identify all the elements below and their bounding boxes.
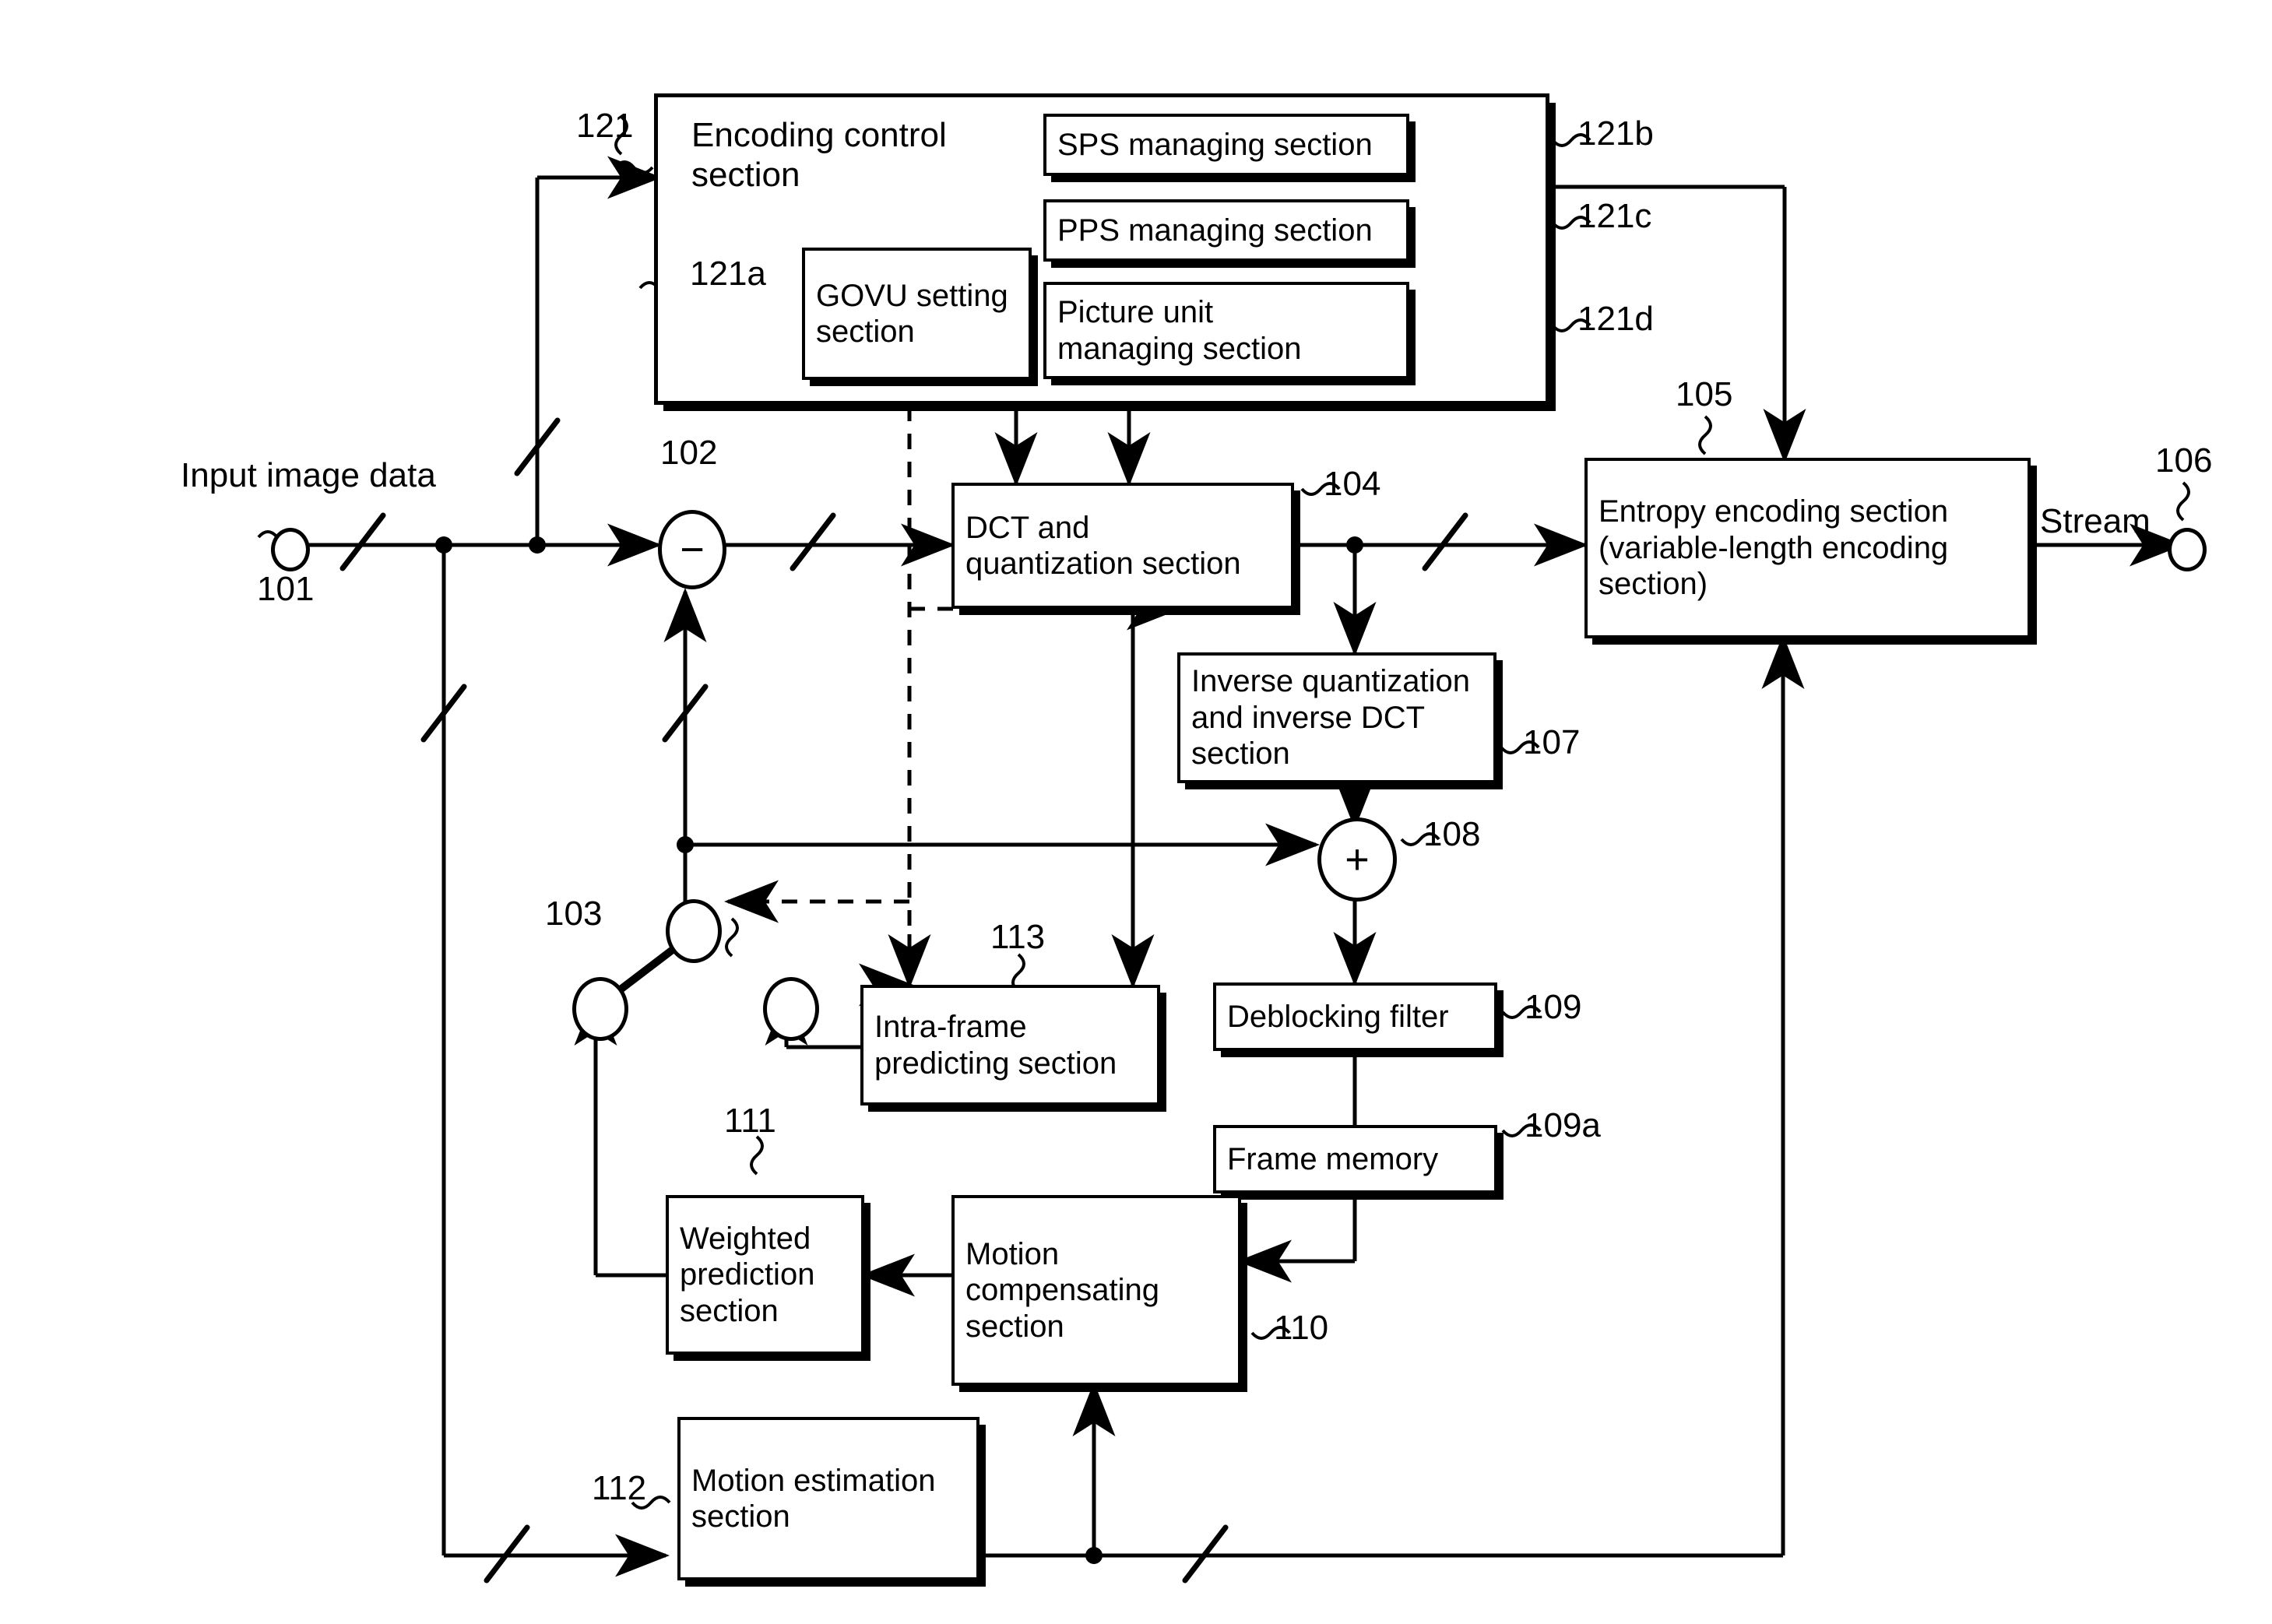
ref-106: 106: [2155, 441, 2213, 480]
weighted-prediction-section[interactable]: Weighted prediction section: [666, 1195, 864, 1355]
ref-109a: 109a: [1525, 1106, 1601, 1144]
ref-112: 112: [592, 1469, 647, 1507]
ref-113: 113: [990, 918, 1046, 956]
intra-frame-predicting-section[interactable]: Intra-frame predicting section: [860, 985, 1160, 1106]
motion-comp-label: Motion compensating section: [965, 1236, 1160, 1344]
motion-estimation-section[interactable]: Motion estimation section: [677, 1417, 979, 1580]
switch-103-pivot[interactable]: [666, 899, 722, 963]
sps-label: SPS managing section: [1057, 127, 1373, 162]
inverse-label: Inverse quantization and inverse DCT sec…: [1191, 664, 1471, 772]
patent-figure: Encoding control section SPS managing se…: [0, 0, 2272, 1624]
ref-110: 110: [1274, 1309, 1329, 1347]
dct-label: DCT and quantization section: [965, 510, 1241, 581]
ref-105: 105: [1676, 375, 1733, 413]
picture-unit-managing-section[interactable]: Picture unit managing section: [1043, 282, 1409, 379]
motion-compensating-section[interactable]: Motion compensating section: [951, 1195, 1241, 1386]
ref-121: 121: [576, 107, 634, 145]
picture-unit-label: Picture unit managing section: [1057, 295, 1302, 366]
input-image-data-label: Input image data: [181, 456, 436, 494]
deblocking-label: Deblocking filter: [1227, 999, 1449, 1034]
ref-102: 102: [660, 434, 718, 472]
sps-managing-section[interactable]: SPS managing section: [1043, 114, 1409, 176]
stream-label: Stream: [2040, 502, 2151, 540]
intra-label: Intra-frame predicting section: [874, 1010, 1117, 1081]
adder-108: +: [1317, 817, 1397, 902]
input-terminal-101: [271, 528, 310, 571]
switch-103-inter-contact[interactable]: [572, 977, 628, 1041]
ref-121b: 121b: [1577, 114, 1654, 153]
ref-107: 107: [1523, 723, 1581, 761]
encoding-control-label: Encoding control section: [691, 116, 947, 195]
ref-101: 101: [257, 570, 315, 608]
ref-121c: 121c: [1577, 197, 1652, 235]
ref-121a: 121a: [690, 255, 766, 293]
ref-103: 103: [545, 895, 603, 933]
frame-memory-label: Frame memory: [1227, 1141, 1439, 1176]
ref-109: 109: [1525, 988, 1582, 1026]
govu-label: GOVU setting section: [816, 278, 1008, 349]
pps-managing-section[interactable]: PPS managing section: [1043, 199, 1409, 262]
switch-103-intra-contact[interactable]: [763, 977, 819, 1041]
weighted-label: Weighted prediction section: [680, 1221, 815, 1328]
output-terminal-106: [2168, 528, 2207, 571]
ref-111: 111: [724, 1102, 776, 1140]
entropy-label: Entropy encoding section (variable-lengt…: [1598, 494, 1949, 602]
frame-memory[interactable]: Frame memory: [1213, 1125, 1497, 1193]
govu-setting-section[interactable]: GOVU setting section: [802, 248, 1032, 380]
inverse-quantization-idct-section[interactable]: Inverse quantization and inverse DCT sec…: [1177, 652, 1496, 783]
entropy-encoding-section[interactable]: Entropy encoding section (variable-lengt…: [1584, 458, 2031, 638]
ref-108: 108: [1423, 815, 1481, 853]
pps-label: PPS managing section: [1057, 213, 1373, 248]
motion-est-label: Motion estimation section: [691, 1463, 936, 1534]
subtractor-102: −: [658, 510, 726, 589]
dct-quantization-section[interactable]: DCT and quantization section: [951, 483, 1294, 609]
ref-104: 104: [1324, 465, 1381, 503]
ref-121d: 121d: [1577, 300, 1654, 338]
deblocking-filter[interactable]: Deblocking filter: [1213, 982, 1497, 1051]
